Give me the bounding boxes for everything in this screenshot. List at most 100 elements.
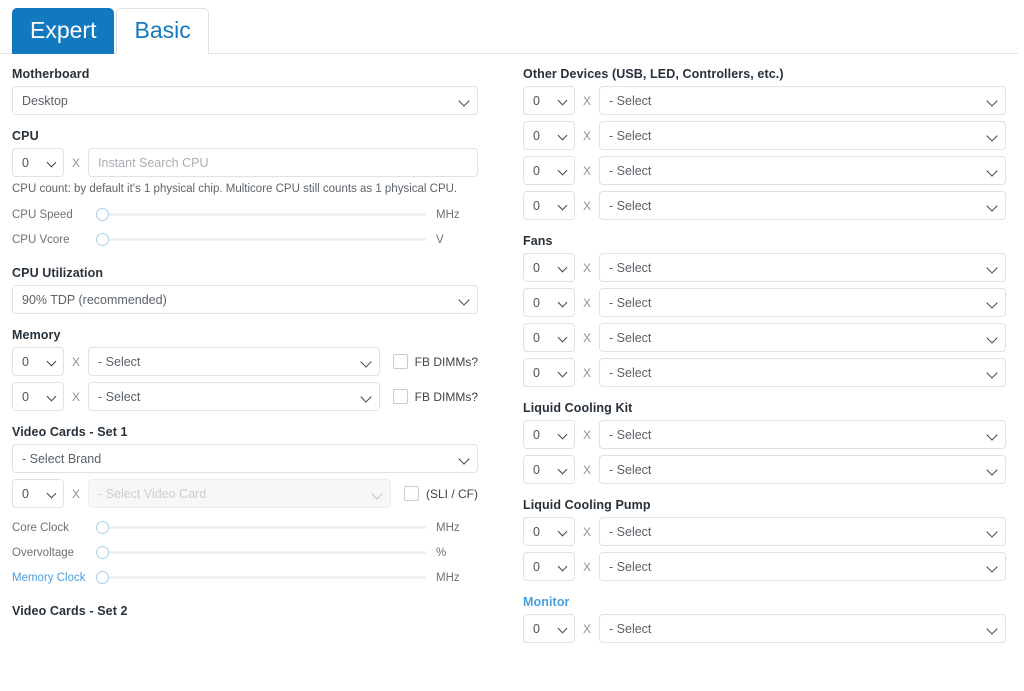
memory-fbdimms-group: FB DIMMs? [392,389,478,404]
other-devices-select[interactable]: - Select [599,156,1006,185]
memory-multiplier-x: X [72,389,81,404]
memory-select[interactable]: - Select [88,382,380,411]
liquid-cooling-pump-qty-select[interactable]: 0 [523,517,575,546]
video-set1-qty-wrap: 0 [12,479,64,508]
video-set1-brand-select[interactable]: - Select Brand [12,444,478,473]
slider-track [102,551,426,554]
fans-qty-wrap: 0 [523,358,575,387]
cpu-utilization-label: CPU Utilization [12,266,104,280]
video-set1-sli-checkbox[interactable] [403,486,419,501]
slider-handle[interactable] [96,570,109,584]
motherboard-select[interactable]: Desktop [12,86,478,115]
cpu-search-input[interactable] [88,148,478,177]
liquid-cooling-kit-select[interactable]: - Select [599,455,1006,484]
other-devices-select[interactable]: - Select [599,191,1006,220]
other-devices-row: 0 X - Select [523,86,1006,115]
memory-label: Memory [12,328,61,342]
slider-core-clock-unit: MHz [436,521,460,534]
slider-cpu-speed-track-box[interactable] [96,207,426,222]
liquid-cooling-kit-qty-select[interactable]: 0 [523,455,575,484]
fans-select[interactable]: - Select [599,253,1006,282]
right-column: Other Devices (USB, LED, Controllers, et… [512,54,1024,643]
tab-basic[interactable]: Basic [116,8,209,54]
monitor-qty-select[interactable]: 0 [523,614,575,643]
liquid-cooling-kit-multiplier-x: X [583,462,592,477]
cpu-multiplier-x: X [72,155,81,170]
memory-qty-select[interactable]: 0 [12,347,64,376]
slider-memory-clock-track-box[interactable] [96,570,426,585]
cpu-utilization-select[interactable]: 90% TDP (recommended) [12,285,478,314]
slider-track [102,526,426,529]
video-set1-qty-select[interactable]: 0 [12,479,64,508]
other-devices-qty-select[interactable]: 0 [523,121,575,150]
video-set1-brand-row: - Select Brand [12,444,478,473]
liquid-cooling-kit-select[interactable]: - Select [599,420,1006,449]
memory-fbdimms-checkbox[interactable] [392,354,408,369]
memory-fbdimms-label: FB DIMMs? [414,389,478,404]
other-devices-select[interactable]: - Select [599,121,1006,150]
slider-handle[interactable] [96,545,109,559]
fans-qty-wrap: 0 [523,253,575,282]
fans-select-wrap: - Select [599,288,1006,317]
video-set1-card-select[interactable]: - Select Video Card [88,479,391,508]
liquid-cooling-kit-select-wrap: - Select [599,455,1006,484]
fans-select-wrap: - Select [599,253,1006,282]
video-set1-multiplier-x: X [72,486,81,501]
memory-multiplier-x: X [72,354,81,369]
slider-track [102,238,426,241]
memory-qty-select[interactable]: 0 [12,382,64,411]
other-devices-qty-wrap: 0 [523,121,575,150]
memory-fbdimms-checkbox[interactable] [392,389,408,404]
slider-overvoltage-unit: % [436,546,447,559]
other-devices-qty-select[interactable]: 0 [523,191,575,220]
group-fans: Fans 0 X - Select 0 X - Select 0 X - Sel… [523,234,1006,387]
tab-expert[interactable]: Expert [12,8,115,54]
slider-handle[interactable] [96,520,109,534]
other-devices-row: 0 X - Select [523,121,1006,150]
slider-track [102,576,426,579]
slider-cpu-vcore-track-box[interactable] [96,232,426,247]
cpu-help-text: CPU count: by default it's 1 physical ch… [12,183,458,195]
other-devices-select[interactable]: - Select [599,86,1006,115]
other-devices-select-wrap: - Select [599,86,1006,115]
liquid-cooling-kit-row: 0 X - Select [523,420,1006,449]
cpu-utilization-select-wrap: 90% TDP (recommended) [12,285,478,314]
liquid-cooling-pump-select[interactable]: - Select [599,517,1006,546]
memory-select[interactable]: - Select [88,347,380,376]
slider-overvoltage-label: Overvoltage [12,546,75,559]
slider-core-clock-track-box[interactable] [96,520,426,535]
cpu-label: CPU [12,129,39,143]
slider-memory-clock-label[interactable]: Memory Clock [12,572,96,584]
fans-qty-select[interactable]: 0 [523,358,575,387]
cpu-qty-select[interactable]: 0 [12,148,64,177]
fans-qty-select[interactable]: 0 [523,323,575,352]
memory-fbdimms-group: FB DIMMs? [392,354,478,369]
liquid-cooling-pump-select[interactable]: - Select [599,552,1006,581]
video-set2-label: Video Cards - Set 2 [12,604,128,618]
memory-select-wrap: - Select [88,347,380,376]
liquid-cooling-pump-select-wrap: - Select [599,552,1006,581]
other-devices-qty-select[interactable]: 0 [523,86,575,115]
cpu-row: 0 X [12,148,478,177]
slider-cpu-speed: CPU Speed MHz [12,202,478,227]
left-column: Motherboard Desktop CPU 0 X Instant Sear… [0,54,512,643]
slider-handle[interactable] [96,232,109,246]
fans-qty-select[interactable]: 0 [523,253,575,282]
fans-qty-select[interactable]: 0 [523,288,575,317]
group-memory: Memory 0 X - Select FB DIMMs? 0 X - Sele… [12,328,478,411]
monitor-select[interactable]: - Select [599,614,1006,643]
tab-bar: Expert Basic [0,0,1024,54]
monitor-label[interactable]: Monitor [523,595,1006,609]
slider-handle[interactable] [96,207,109,221]
liquid-cooling-kit-multiplier-x: X [583,427,592,442]
fans-select[interactable]: - Select [599,358,1006,387]
fans-select[interactable]: - Select [599,288,1006,317]
fans-select[interactable]: - Select [599,323,1006,352]
monitor-row: 0 X - Select [523,614,1006,643]
group-other-devices: Other Devices (USB, LED, Controllers, et… [523,67,1006,220]
other-devices-qty-select[interactable]: 0 [523,156,575,185]
slider-overvoltage-track-box[interactable] [96,545,426,560]
liquid-cooling-kit-qty-select[interactable]: 0 [523,420,575,449]
other-devices-select-wrap: - Select [599,156,1006,185]
liquid-cooling-pump-qty-select[interactable]: 0 [523,552,575,581]
